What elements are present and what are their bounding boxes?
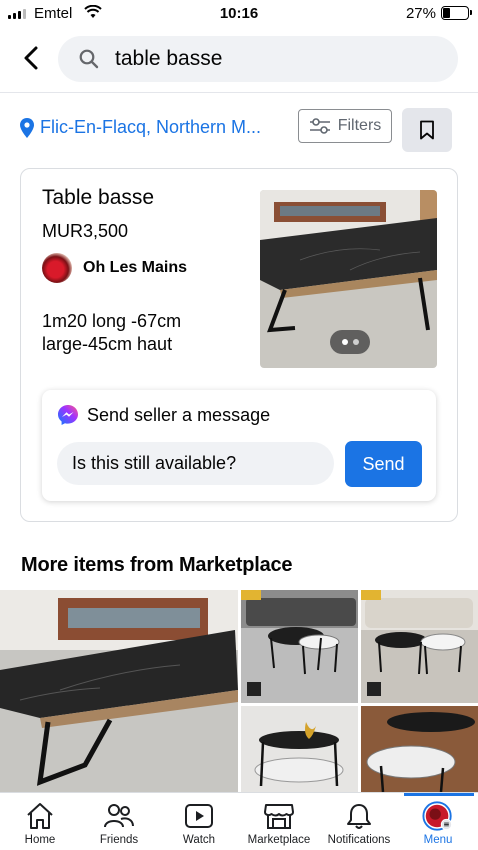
round-table-photo: [361, 706, 478, 792]
message-seller-box: Send seller a message Send: [42, 390, 436, 501]
coffee-table-photo: [0, 590, 238, 792]
nesting-tables-photo: [361, 590, 478, 703]
marketplace-item[interactable]: [241, 706, 358, 792]
filters-icon: [309, 118, 330, 134]
tab-label: Menu: [423, 834, 453, 846]
tab-friends[interactable]: Friends: [90, 793, 148, 850]
status-bar: Emtel 10:16 27%: [0, 0, 478, 28]
marketplace-item[interactable]: [0, 590, 238, 792]
listing-description: 1m20 long -67cm large-45cm haut: [42, 310, 181, 356]
battery-percent: 27%: [405, 5, 436, 22]
filters-label: Filters: [337, 117, 382, 134]
seller-name[interactable]: Oh Les Mains: [83, 259, 187, 277]
bottom-tab-bar: Home Friends Watch Marketplace Notificat…: [0, 792, 478, 850]
tab-label: Marketplace: [247, 834, 311, 846]
tab-label: Notifications: [327, 834, 391, 846]
marketplace-item[interactable]: [361, 590, 478, 703]
save-search-button[interactable]: [402, 108, 452, 152]
tab-home[interactable]: Home: [14, 793, 66, 850]
tab-watch[interactable]: Watch: [172, 793, 226, 850]
home-icon: [24, 801, 56, 831]
photo-pager[interactable]: [330, 330, 370, 354]
tab-marketplace[interactable]: Marketplace: [242, 793, 316, 850]
search-bar[interactable]: table basse: [58, 36, 458, 82]
marketplace-item[interactable]: [241, 590, 358, 703]
listing-price: MUR3,500: [42, 221, 129, 241]
filters-button[interactable]: Filters: [298, 109, 392, 143]
marketplace-icon: [263, 801, 295, 831]
back-arrow-icon[interactable]: [18, 44, 46, 72]
more-items-heading: More items from Marketplace: [21, 554, 293, 576]
header-divider: [0, 92, 478, 93]
message-header: Send seller a message: [57, 404, 270, 426]
profile-avatar-icon: [422, 801, 454, 831]
location-pin-icon: [20, 117, 34, 138]
tab-menu[interactable]: Menu: [411, 793, 465, 850]
bell-icon: [343, 801, 375, 831]
battery-icon: [441, 6, 472, 20]
tab-notifications[interactable]: Notifications: [320, 793, 398, 850]
send-button[interactable]: Send: [345, 441, 422, 487]
messenger-icon: [58, 405, 78, 425]
message-title: Send seller a message: [87, 404, 271, 425]
tab-label: Home: [24, 834, 56, 846]
description-line: large-45cm haut: [42, 334, 173, 354]
marketplace-item[interactable]: [361, 706, 478, 792]
round-table-photo: [241, 706, 358, 792]
location-selector[interactable]: Flic-En-Flacq, Northern M...: [20, 117, 261, 138]
tab-label: Watch: [182, 834, 216, 846]
listing-title[interactable]: Table basse: [42, 186, 154, 210]
watch-icon: [183, 801, 215, 831]
seller-info[interactable]: Oh Les Mains: [42, 253, 187, 283]
friends-icon: [103, 801, 135, 831]
location-text: Flic-En-Flacq, Northern M...: [40, 117, 262, 137]
search-icon: [79, 49, 99, 69]
listing-card[interactable]: Table basse MUR3,500 Oh Les Mains 1m20 l…: [20, 168, 458, 522]
search-query[interactable]: table basse: [115, 47, 222, 71]
nesting-tables-photo: [241, 590, 358, 703]
bookmark-icon: [420, 120, 434, 140]
message-input[interactable]: [57, 442, 334, 485]
description-line: 1m20 long -67cm: [42, 311, 182, 331]
tab-label: Friends: [99, 834, 139, 846]
seller-avatar[interactable]: [42, 253, 72, 283]
